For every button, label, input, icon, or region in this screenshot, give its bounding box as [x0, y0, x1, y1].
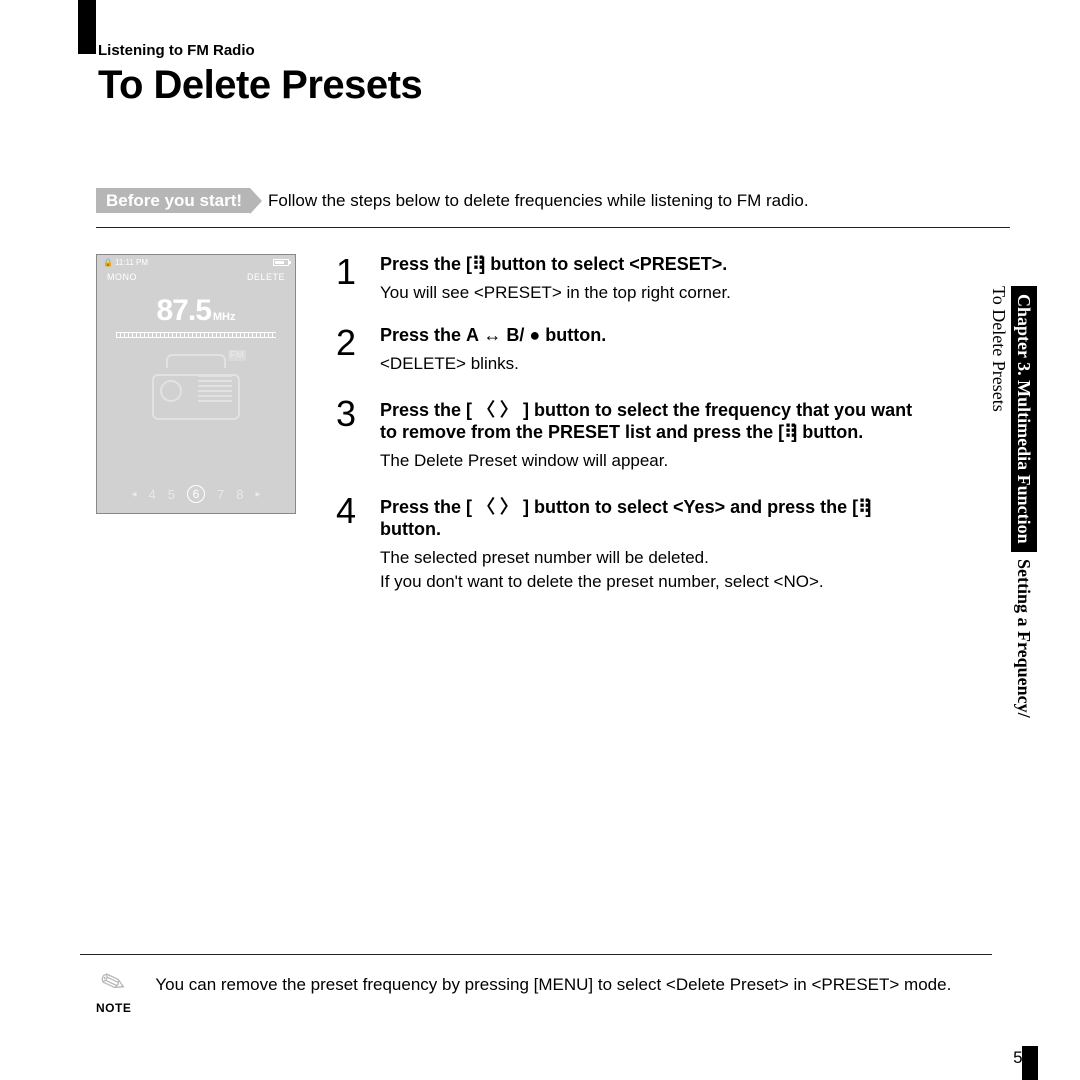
step-1: 1 Press the [⠿] button to select <PRESET…: [336, 254, 920, 303]
preset-strip: ◂ 4 5 6 7 8 ▸: [97, 485, 295, 503]
step-number: 4: [336, 493, 362, 592]
step-2-strong: Press the A ↔ B/ ● button.: [380, 325, 606, 345]
frequency-unit: MHz: [213, 311, 236, 323]
preset-current: 6: [187, 485, 205, 503]
note-section: ✎ NOTE You can remove the preset frequen…: [80, 946, 992, 1015]
manual-page: Listening to FM Radio To Delete Presets …: [80, 42, 1010, 614]
pencil-icon: ✎: [97, 966, 131, 1003]
step-number: 2: [336, 325, 362, 374]
content-body: 11:11 PM MONO DELETE 87.5MHz FM ◂ 4: [96, 254, 1010, 614]
step-number: 3: [336, 396, 362, 471]
frequency-value: 87.5: [157, 294, 211, 327]
step-3: 3 Press the [ 〈 〉 ] button to select the…: [336, 396, 920, 471]
note-icon-col: ✎ NOTE: [96, 969, 131, 1015]
ab-button-icon: A ↔ B/ ●: [466, 325, 540, 345]
before-you-start-text: Follow the steps below to delete frequen…: [268, 191, 809, 211]
preset-8: 8: [236, 487, 243, 502]
step-2-desc: <DELETE> blinks.: [380, 354, 606, 374]
battery-icon: [273, 259, 289, 266]
note-divider: [80, 954, 992, 955]
device-mono-label: MONO: [107, 272, 137, 282]
chapter-label: Chapter 3. Multimedia Function: [1011, 286, 1037, 552]
step-4: 4 Press the [ 〈 〉 ] button to select <Ye…: [336, 493, 920, 592]
before-you-start-row: Before you start! Follow the steps below…: [96, 188, 1010, 213]
radio-illustration: FM: [152, 354, 240, 420]
frequency-ruler: [116, 332, 276, 338]
step-2: 2 Press the A ↔ B/ ● button. <DELETE> bl…: [336, 325, 920, 374]
step-1-desc: You will see <PRESET> in the top right c…: [380, 283, 731, 303]
device-time: 11:11 PM: [103, 258, 148, 267]
preset-5: 5: [168, 487, 175, 502]
steps-list: 1 Press the [⠿] button to select <PRESET…: [336, 254, 1010, 614]
fm-label: FM: [228, 350, 246, 361]
page-corner-mark: [1022, 1046, 1038, 1080]
page-title: To Delete Presets: [98, 63, 1010, 108]
step-3-strong: Press the [ 〈 〉 ] button to select the f…: [380, 400, 912, 442]
step-4-desc: The selected preset number will be delet…: [380, 548, 920, 568]
sidetab-line1: Setting a Frequency/: [1014, 559, 1034, 718]
device-top-labels: MONO DELETE: [97, 270, 295, 284]
side-chapter-tab: Chapter 3. Multimedia Function Setting a…: [986, 286, 1036, 717]
step-1-strong: Press the [⠿] button to select <PRESET>.: [380, 254, 727, 274]
divider: [96, 227, 1010, 228]
note-text: You can remove the preset frequency by p…: [155, 975, 951, 995]
top-black-tab: [78, 0, 96, 54]
device-frequency: 87.5MHz: [97, 294, 295, 328]
note-label: NOTE: [96, 1001, 131, 1015]
device-mockup: 11:11 PM MONO DELETE 87.5MHz FM ◂ 4: [96, 254, 296, 514]
sidetab-line2: To Delete Presets: [989, 286, 1009, 412]
breadcrumb: Listening to FM Radio: [98, 42, 1010, 59]
device-delete-label: DELETE: [247, 272, 285, 282]
device-status-bar: 11:11 PM: [97, 255, 295, 270]
step-3-desc: The Delete Preset window will appear.: [380, 451, 920, 471]
step-number: 1: [336, 254, 362, 303]
step-4-strong: Press the [ 〈 〉 ] button to select <Yes>…: [380, 497, 871, 539]
preset-7: 7: [217, 487, 224, 502]
preset-left-icon: ◂: [132, 489, 137, 500]
preset-right-icon: ▸: [255, 489, 260, 500]
preset-4: 4: [149, 487, 156, 502]
step-4-desc2: If you don't want to delete the preset n…: [380, 572, 920, 592]
before-you-start-tag: Before you start!: [96, 188, 250, 213]
